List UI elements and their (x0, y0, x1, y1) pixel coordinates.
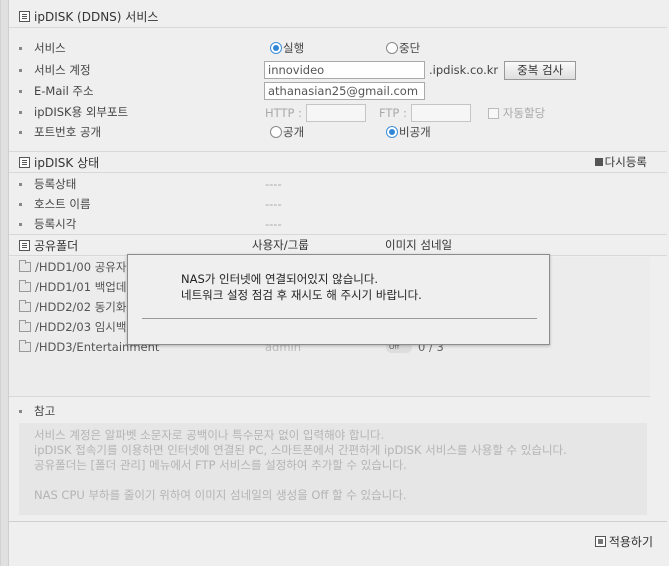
http-label: HTTP : (265, 106, 302, 120)
note-line: ipDISK 접속기를 이용하면 인터넷에 연결된 PC, 스마트폰에서 간편하… (34, 443, 567, 457)
host-row: 호스트 이름 (19, 195, 91, 213)
port-label: ipDISK용 외부포트 (34, 105, 129, 119)
folder-icon (19, 260, 31, 272)
note-box: 서비스 계정은 알파벳 소문자로 공백이나 특수문자 없이 입력해야 합니다. … (19, 423, 647, 515)
port-public-row: 포트번호 공개 (19, 123, 101, 141)
reregister-link[interactable]: 다시등록 (594, 154, 647, 170)
folder-name: /HDD1/01 백업데 (35, 280, 127, 294)
reg-state-label: 등록상태 (34, 177, 77, 191)
bullet-icon (19, 68, 22, 72)
service-run-option[interactable]: 실행 (270, 39, 304, 57)
folder-row[interactable]: /HDD2/02 동기화 (19, 297, 126, 317)
account-group: innovideo .ipdisk.co.kr 중복 검사 (264, 60, 577, 80)
domain-suffix: .ipdisk.co.kr (429, 63, 499, 77)
radio-icon[interactable] (386, 42, 398, 54)
service-stop-label: 중단 (399, 41, 421, 55)
dialog-line: NAS가 인터넷에 연결되어있지 않습니다. (181, 272, 379, 286)
note-line: 서비스 계정은 알파벳 소문자로 공백이나 특수문자 없이 입력해야 합니다. (34, 428, 385, 442)
list-icon (19, 11, 30, 22)
reg-time-value: ---- (265, 217, 282, 231)
thumbnail-column: 이미지 섬네일 (385, 238, 453, 252)
apply-button[interactable]: 적용하기 (594, 533, 653, 550)
private-label: 비공개 (399, 125, 431, 139)
host-label: 호스트 이름 (34, 197, 91, 211)
shared-section-header: 공유폴더 사용자/그룹 이미지 섬네일 (9, 234, 667, 256)
note-line: 공유폴더는 [폴더 관리] 메뉴에서 FTP 서비스를 설정하여 추가할 수 있… (34, 458, 407, 472)
radio-selected-icon[interactable] (386, 126, 398, 138)
folder-icon (19, 320, 31, 332)
footer-divider (9, 521, 667, 522)
folder-icon (19, 280, 31, 292)
port-group: HTTP : FTP : 자동할당 (265, 104, 545, 122)
ddns-section-title: ipDISK (DDNS) 서비스 (34, 10, 159, 24)
bullet-icon (19, 202, 22, 206)
dialog-separator (142, 318, 537, 319)
folder-icon (19, 300, 31, 312)
dialog-line: 네트워크 설정 점검 후 재시도 해 주시기 바랍니다. (181, 288, 422, 302)
http-port-input[interactable] (305, 104, 366, 122)
ddns-section-header: ipDISK (DDNS) 서비스 (9, 6, 667, 28)
host-value: ---- (265, 197, 282, 211)
auto-assign-checkbox[interactable] (487, 107, 499, 119)
folder-row[interactable]: /HDD1/00 공유자 (19, 257, 126, 277)
folder-row[interactable]: /HDD1/01 백업데 (19, 277, 126, 297)
public-label: 공개 (283, 125, 305, 139)
auto-assign-label: 자동할당 (502, 106, 546, 120)
status-icon (19, 156, 30, 168)
bullet-icon (19, 46, 22, 50)
ipdisk-settings-page: ipDISK (DDNS) 서비스 서비스 실행 중단 서비스 계정 innov… (0, 0, 669, 566)
note-line: NAS CPU 부하를 줄이기 위하여 이미지 섬네일의 생성을 Off 할 수… (34, 488, 407, 502)
note-spacer (34, 473, 647, 488)
reg-state-row: 등록상태 (19, 175, 76, 193)
shared-section-title: 공유폴더 (34, 238, 79, 253)
reg-state-value: ---- (265, 177, 282, 191)
folder-name: /HDD2/03 임시백 (35, 320, 127, 334)
folder-name: /HDD2/02 동기화 (35, 300, 127, 314)
note-row: 참고 (19, 402, 55, 420)
ftp-label: FTP : (378, 106, 407, 120)
radio-icon[interactable] (270, 126, 282, 138)
duplicate-check-button[interactable]: 중복 검사 (504, 60, 577, 80)
apply-label: 적용하기 (608, 535, 653, 549)
port-private-option[interactable]: 비공개 (386, 123, 431, 141)
ftp-port-input[interactable] (410, 104, 471, 122)
dialog-message: NAS가 인터넷에 연결되어있지 않습니다. 네트워크 설정 점검 후 재시도 … (181, 271, 422, 303)
status-section-header: ipDISK 상태 다시등록 (9, 151, 667, 173)
save-icon (594, 536, 606, 547)
service-label: 서비스 (34, 41, 66, 55)
bullet-icon (19, 110, 22, 114)
bullet-icon (19, 130, 22, 134)
bullet-icon (19, 409, 22, 413)
account-row: 서비스 계정 (19, 61, 91, 79)
folder-name: /HDD1/00 공유자 (35, 260, 127, 274)
reregister-label: 다시등록 (604, 155, 647, 169)
folder-row[interactable]: /HDD2/03 임시백 (19, 317, 126, 337)
account-input[interactable]: innovideo (264, 61, 425, 79)
bullet-icon (19, 182, 22, 186)
left-scrollbar[interactable] (1, 0, 9, 566)
bullet-icon (19, 89, 22, 93)
status-section-title: ipDISK 상태 (34, 155, 100, 170)
plus-icon (594, 158, 603, 166)
email-input[interactable]: athanasian25@gmail.com (264, 82, 425, 100)
network-error-dialog: NAS가 인터넷에 연결되어있지 않습니다. 네트워크 설정 점검 후 재시도 … (127, 254, 550, 345)
service-stop-option[interactable]: 중단 (386, 39, 420, 57)
note-title: 참고 (34, 404, 56, 418)
bullet-icon (19, 222, 22, 226)
service-row: 서비스 (19, 39, 66, 57)
reg-time-row: 등록시각 (19, 215, 76, 233)
service-run-label: 실행 (283, 41, 305, 55)
port-public-option[interactable]: 공개 (270, 123, 304, 141)
folder-icon (19, 340, 31, 352)
radio-selected-icon[interactable] (270, 42, 282, 54)
email-label: E-Mail 주소 (34, 84, 94, 98)
port-public-label: 포트번호 공개 (34, 125, 102, 139)
email-row: E-Mail 주소 (19, 82, 94, 100)
user-group-column: 사용자/그룹 (252, 238, 309, 252)
email-group: athanasian25@gmail.com (264, 82, 425, 100)
folder-list-icon (19, 239, 30, 251)
port-row: ipDISK용 외부포트 (19, 103, 128, 121)
reg-time-label: 등록시각 (34, 217, 77, 231)
account-label: 서비스 계정 (34, 63, 91, 77)
